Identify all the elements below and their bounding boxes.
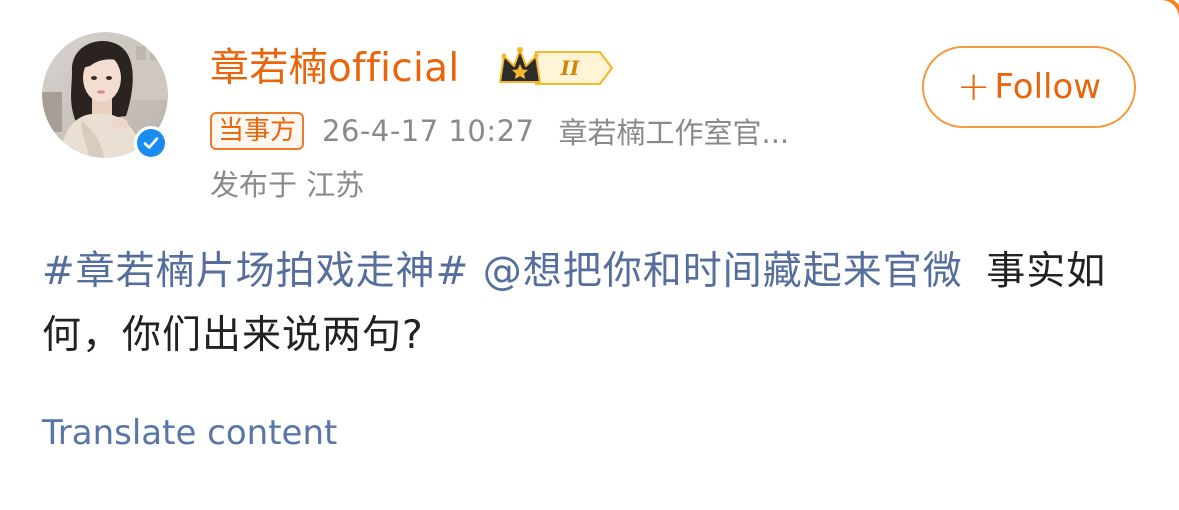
post-timestamp: 26-4-17 10:27 <box>322 114 535 148</box>
author-name[interactable]: 章若楠official <box>210 42 459 96</box>
post-source[interactable]: 章若楠工作室官... <box>559 110 790 152</box>
hashtag-link[interactable]: #章若楠片场拍戏走神# <box>42 249 469 294</box>
party-tag: 当事方 <box>210 112 305 150</box>
verified-check-icon <box>137 129 165 157</box>
weibo-post-card: 章若楠official II + Follow 当事方 26-4-17 10:2… <box>0 0 1179 510</box>
mention-link[interactable]: @想把你和时间藏起来官微 <box>483 249 963 294</box>
verified-badge <box>134 126 168 160</box>
author-avatar-wrap[interactable] <box>42 32 168 160</box>
follow-label: Follow <box>994 67 1102 107</box>
plus-icon: + <box>956 64 991 110</box>
post-location: 发布于 江苏 <box>210 168 365 202</box>
post-meta: 当事方 26-4-17 10:27 章若楠工作室官... <box>210 108 789 154</box>
crown-member-icon[interactable]: II <box>496 44 616 92</box>
follow-button[interactable]: + Follow <box>922 46 1136 128</box>
post-content: #章若楠片场拍戏走神# @想把你和时间藏起来官微 事实如何，你们出来说两句? <box>42 240 1142 368</box>
card-corner-accent <box>1157 0 1179 22</box>
member-level: II <box>560 56 580 80</box>
translate-content-link[interactable]: Translate content <box>42 408 337 458</box>
